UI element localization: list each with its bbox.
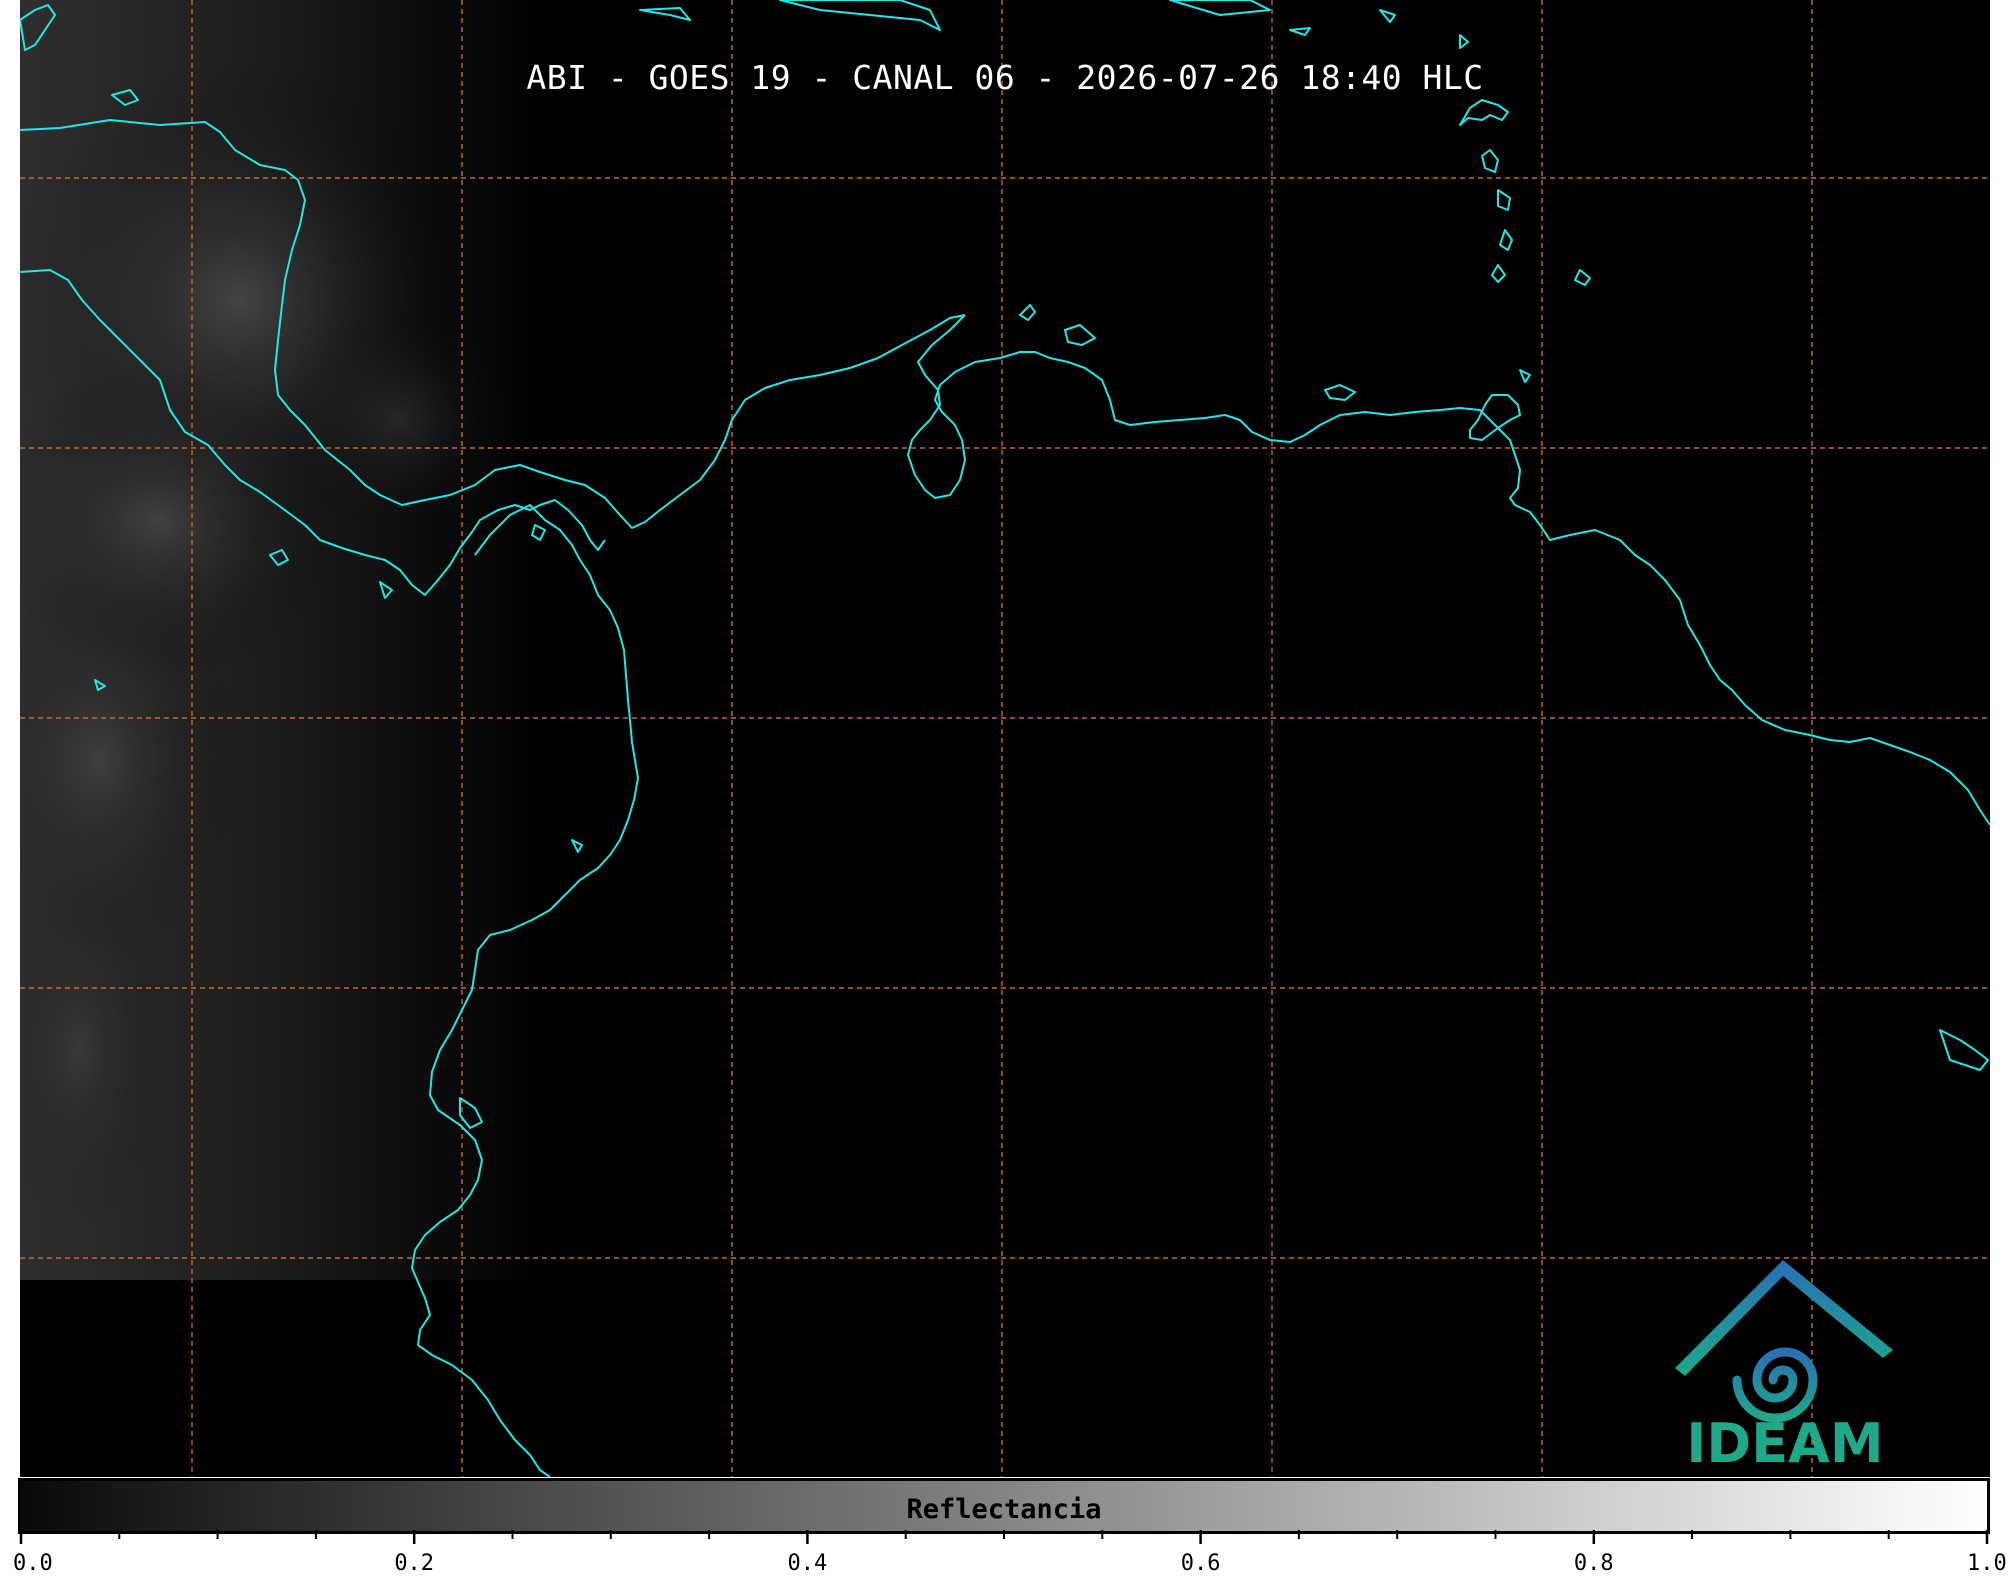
colorbar-ticks: [19, 1530, 1989, 1544]
reflectance-colorbar: Reflectancia: [18, 1478, 1990, 1534]
tick-label: 0.4: [787, 1551, 828, 1576]
satellite-image-panel: ABI - GOES 19 - CANAL 06 - 2026-07-26 18…: [20, 0, 1990, 1477]
ideam-logo-text: IDEAM: [1686, 1412, 1884, 1475]
mountain-icon: [1675, 1260, 1893, 1376]
spiral-icon: [1732, 1347, 1818, 1423]
image-title: ABI - GOES 19 - CANAL 06 - 2026-07-26 18…: [526, 58, 1484, 97]
tick-label: 0.6: [1180, 1551, 1221, 1576]
tick-label: 1.0: [1967, 1551, 2007, 1576]
tick-label: 0.8: [1573, 1551, 1614, 1576]
colorbar-label: Reflectancia: [906, 1494, 1102, 1525]
tick-label: 0.2: [394, 1551, 435, 1576]
tick-label: 0.0: [13, 1551, 53, 1576]
